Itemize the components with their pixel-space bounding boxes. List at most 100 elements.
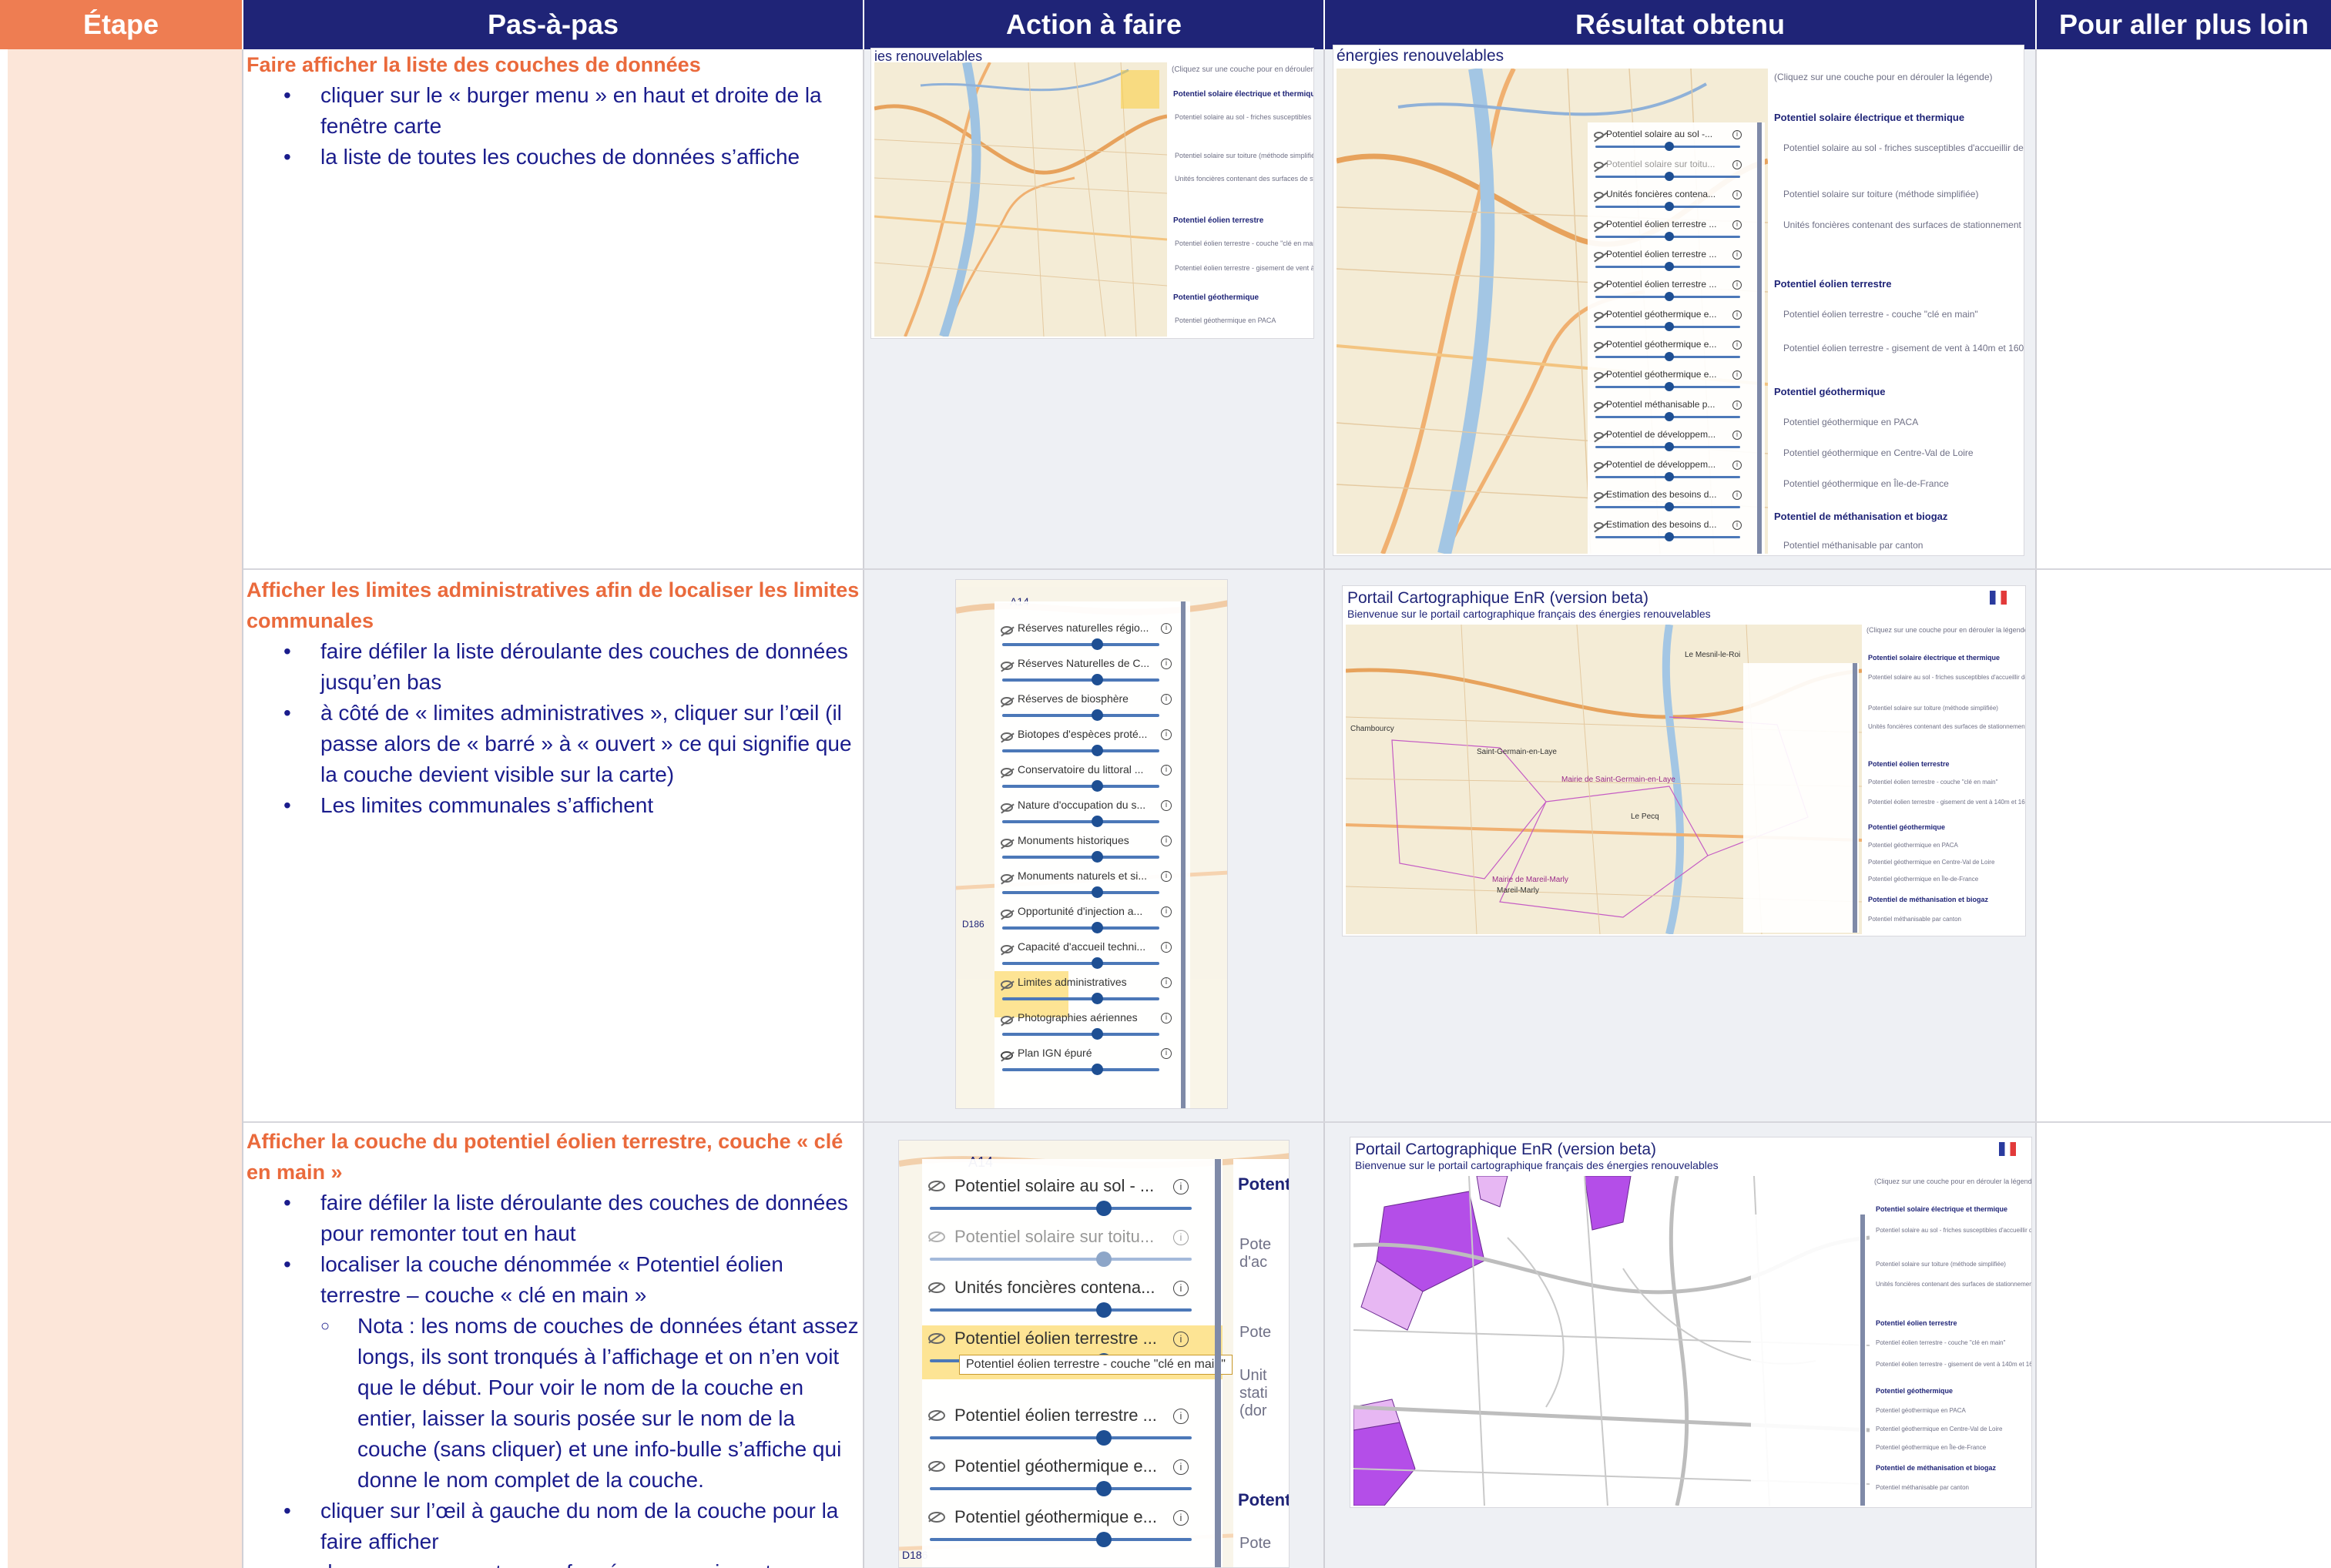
eye-slash-icon[interactable] [1001,1016,1013,1024]
legend-item[interactable]: Potentiel éolien terrestre - gisement de… [1876,1361,2031,1368]
layer-row[interactable]: Opportunité d'injection a... i [994,905,1190,940]
legend-item[interactable]: Potentiel méthanisable par canton [1783,540,1923,551]
legend-category[interactable]: Potentiel solaire électrique et thermiqu… [1868,654,2000,662]
layer-row[interactable]: Réserves Naturelles de C... i [994,657,1190,692]
eye-slash-icon[interactable] [928,1231,945,1242]
info-icon[interactable]: i [1732,491,1742,500]
legend-category[interactable]: Potentiel géothermique [1774,386,1885,397]
eye-slash-icon[interactable] [1001,874,1013,883]
eye-slash-icon[interactable] [1001,945,1013,953]
layer-row[interactable]: Potentiel méthanisable p... i [1588,399,1765,428]
info-icon[interactable]: i [1161,1013,1172,1024]
eye-slash-icon[interactable] [1001,803,1013,812]
layer-row[interactable]: Biotopes d'espèces proté... i [994,728,1190,763]
legend-category[interactable]: Potentiel de méthanisation et biogaz [1876,1464,1996,1472]
legend-item[interactable]: Pote [1239,1324,1271,1342]
eye-slash-icon[interactable] [1594,192,1604,199]
eye-slash-icon[interactable] [1001,768,1013,776]
eye-slash-icon[interactable] [1594,342,1604,349]
info-icon[interactable]: i [1161,836,1172,846]
legend-category[interactable]: Potentiel solaire électrique et thermiqu… [1173,90,1313,99]
eye-slash-icon[interactable] [1594,312,1604,319]
legend-category[interactable]: Potent [1238,1490,1289,1510]
legend-item[interactable]: Potentiel géothermique en PACA [1876,1407,1966,1414]
legend-item[interactable]: Potentiel éolien terrestre - gisement de… [1783,343,2024,353]
info-icon[interactable]: i [1161,729,1172,740]
legend-item[interactable]: Potentiel géothermique en Centre-Val de … [1783,447,1974,458]
layer-row[interactable]: Potentiel géothermique e... i [1588,309,1765,338]
info-icon[interactable]: i [1732,220,1742,230]
info-icon[interactable]: i [1161,658,1172,669]
info-icon[interactable]: i [1732,521,1742,530]
eye-slash-icon[interactable] [928,1461,945,1472]
legend-category[interactable]: Potentiel géothermique [1868,823,1945,831]
eye-slash-icon[interactable] [1001,910,1013,918]
eye-slash-icon[interactable] [1001,662,1013,670]
info-icon[interactable]: i [1161,623,1172,634]
legend-item[interactable]: Potentiel solaire sur toiture (méthode s… [1868,705,1998,712]
layer-row[interactable]: Réserves de biosphère i [994,692,1190,728]
info-icon[interactable]: i [1732,461,1742,470]
legend-item[interactable]: Unités foncières contenant des surfaces … [1175,175,1313,183]
eye-slash-icon[interactable] [1594,522,1604,529]
layer-row[interactable]: Potentiel de développem... i [1588,429,1765,458]
info-icon[interactable]: i [1173,1230,1189,1245]
legend-item[interactable]: Potentiel géothermique en Île-de-France [1783,478,1949,489]
legend-item[interactable]: Potentiel éolien terrestre - couche "clé… [1783,309,1978,320]
legend-item[interactable]: Pote d'ac [1239,1236,1286,1271]
legend-item[interactable]: Potentiel solaire sur toiture (méthode s… [1175,152,1313,159]
eye-slash-icon[interactable] [1594,432,1604,439]
layer-row[interactable]: Potentiel de développem... i [1588,459,1765,488]
legend-item[interactable]: Potentiel éolien terrestre - couche "clé… [1876,1339,2005,1346]
legend-item[interactable]: Potentiel géothermique en Centre-Val de … [1868,859,1994,866]
layer-row[interactable]: Potentiel géothermique e... i [1588,369,1765,398]
eye-icon[interactable] [1001,1051,1013,1060]
info-icon[interactable]: i [1173,1409,1189,1424]
legend-category[interactable]: Potentiel de méthanisation et biogaz [1868,896,1988,903]
layer-row[interactable]: Potentiel solaire sur toitu... i [922,1224,1223,1275]
legend-category[interactable]: Potentiel solaire électrique et thermiqu… [1774,112,1964,123]
layer-row[interactable]: Estimation des besoins d... i [1588,519,1765,548]
layer-row[interactable]: Unités foncières contena... i [922,1275,1223,1325]
info-icon[interactable]: i [1161,871,1172,882]
info-icon[interactable]: i [1732,160,1742,169]
eye-slash-icon[interactable] [1594,222,1604,229]
info-icon[interactable]: i [1161,942,1172,953]
legend-item[interactable]: Potentiel éolien terrestre - gisement de… [1175,264,1313,272]
info-icon[interactable]: i [1732,130,1742,139]
eye-slash-icon[interactable] [1001,732,1013,741]
layer-row[interactable]: Potentiel solaire sur toitu... i [1588,159,1765,188]
info-icon[interactable]: i [1173,1459,1189,1475]
info-icon[interactable]: i [1732,431,1742,440]
info-icon[interactable]: i [1732,370,1742,380]
layer-row[interactable]: Conservatoire du littoral ... i [994,763,1190,799]
info-icon[interactable]: i [1732,190,1742,199]
info-icon[interactable]: i [1161,800,1172,811]
info-icon[interactable]: i [1173,1332,1189,1347]
legend-item[interactable]: Potentiel solaire au sol - friches susce… [1175,113,1313,121]
layer-row[interactable]: Monuments historiques i [994,834,1190,869]
layer-row[interactable]: Potentiel éolien terrestre ... i [1588,219,1765,248]
info-icon[interactable]: i [1732,400,1742,410]
legend-item[interactable]: Potentiel solaire au sol - friches susce… [1876,1227,2031,1234]
layer-row[interactable]: Potentiel éolien terrestre ... i [1588,279,1765,308]
layer-row[interactable]: Potentiel géothermique e... i [1588,339,1765,368]
eye-slash-icon[interactable] [928,1410,945,1421]
legend-item[interactable]: Potentiel géothermique en Île-de-France [1876,1444,1986,1451]
eye-slash-icon[interactable] [928,1333,945,1344]
legend-item[interactable]: Potentiel géothermique en PACA [1175,317,1276,324]
layer-row[interactable]: Estimation des besoins d... i [1588,489,1765,518]
legend-category[interactable]: Potentiel de méthanisation et biogaz [1774,511,1947,522]
legend-category[interactable]: Potentiel géothermique [1876,1387,1953,1395]
layer-row[interactable]: Potentiel solaire au sol -... i [1588,129,1765,158]
layer-row[interactable]: Unités foncières contena... i [1588,189,1765,218]
info-icon[interactable]: i [1173,1510,1189,1526]
eye-slash-icon[interactable] [1001,980,1013,989]
info-icon[interactable]: i [1732,250,1742,260]
legend-item[interactable]: Potentiel méthanisable par canton [1868,916,1961,923]
eye-slash-icon[interactable] [1594,402,1604,409]
eye-slash-icon[interactable] [928,1181,945,1191]
info-icon[interactable]: i [1161,765,1172,776]
eye-slash-icon[interactable] [1594,492,1604,499]
eye-slash-icon[interactable] [928,1512,945,1523]
